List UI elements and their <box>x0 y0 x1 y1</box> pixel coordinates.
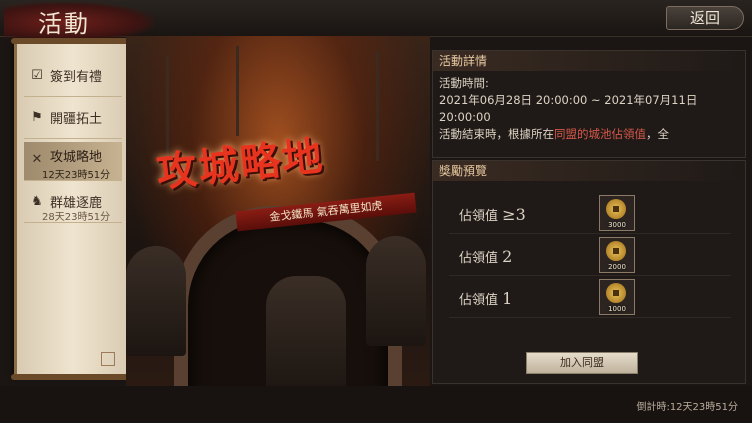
coin-icon <box>606 241 626 261</box>
sidebar-item-label: 開疆拓土 <box>50 112 103 127</box>
soldier-figure <box>266 276 346 386</box>
banner-flagpole <box>236 46 239 136</box>
details-heading: 活動詳情 <box>433 51 745 71</box>
details-panel: 活動詳情 活動時間: 2021年06月28日 20:00:00 ~ 2021年0… <box>432 50 746 158</box>
checklist-icon: ☑ <box>31 68 43 83</box>
reward-item[interactable]: 3000 <box>599 195 635 231</box>
join-alliance-button[interactable]: 加入同盟 <box>526 352 638 374</box>
reward-threshold: 2 <box>502 247 513 266</box>
reward-row: 佔領值 ≥3 3000 <box>449 195 731 234</box>
reward-label-text: 佔領值 <box>459 251 499 266</box>
banner-title: 攻城略地 <box>154 132 327 197</box>
reward-count: 1000 <box>608 305 626 313</box>
description-highlight: 同盟的城池佔領值 <box>554 127 646 141</box>
reward-item[interactable]: 1000 <box>599 279 635 315</box>
reward-label-text: 佔領值 <box>459 293 499 308</box>
description-text: 活動結束時，根據所在 <box>439 127 554 141</box>
time-end: 20:00:00 <box>439 110 491 124</box>
coin-icon <box>606 283 626 303</box>
description: 活動結束時，根據所在同盟的城池佔領值，全 <box>439 126 739 143</box>
reward-threshold: 1 <box>502 289 513 308</box>
back-button[interactable]: 返回 <box>666 6 744 30</box>
reward-label: 佔領值 2 <box>459 247 512 266</box>
rewards-heading: 獎勵預覽 <box>433 161 745 181</box>
activity-sidebar: ☑ 簽到有禮 ⚑ 開疆拓土 ✕ 攻城略地 12天23時51分 ♞ 群雄逐鹿 28… <box>11 38 135 380</box>
soldier-figure <box>126 246 186 356</box>
flag-icon: ⚑ <box>31 110 43 125</box>
reward-label: 佔領值 ≥3 <box>459 205 526 224</box>
reward-threshold: ≥3 <box>502 205 526 224</box>
crossed-swords-icon: ✕ <box>31 152 43 167</box>
event-banner: 攻城略地 金戈鐵馬 氣吞萬里如虎 <box>126 36 430 386</box>
sidebar-item-label: 簽到有禮 <box>50 70 103 85</box>
sidebar-item-checkin[interactable]: ☑ 簽到有禮 <box>24 58 122 97</box>
coin-icon <box>606 199 626 219</box>
reward-row: 佔領值 2 2000 <box>449 237 731 276</box>
seal-stamp <box>101 352 115 366</box>
sidebar-item-siege[interactable]: ✕ 攻城略地 12天23時51分 <box>24 142 122 181</box>
time-range: 2021年06月28日 20:00:00 ~ 2021年07月11日 <box>439 93 698 107</box>
sidebar-item-label: 攻城略地 <box>50 150 103 165</box>
reward-label: 佔領值 1 <box>459 289 512 308</box>
top-bar: 活動 返回 <box>0 0 752 42</box>
sidebar-item-timer: 28天23時51分 <box>42 212 111 223</box>
reward-row: 佔領值 1 1000 <box>449 279 731 318</box>
countdown-timer: 倒計時:12天23時51分 <box>636 402 738 413</box>
reward-label-text: 佔領值 <box>459 209 499 224</box>
banner-flagpole <box>376 51 379 161</box>
description-text: ，全 <box>646 127 669 141</box>
page-title: 活動 <box>38 10 90 38</box>
sidebar-item-heroes[interactable]: ♞ 群雄逐鹿 28天23時51分 <box>24 184 122 223</box>
time-label: 活動時間: <box>439 76 489 90</box>
reward-item[interactable]: 2000 <box>599 237 635 273</box>
deer-icon: ♞ <box>31 194 43 209</box>
soldier-figure <box>366 236 426 346</box>
reward-count: 3000 <box>608 221 626 229</box>
reward-count: 2000 <box>608 263 626 271</box>
sidebar-item-timer: 12天23時51分 <box>42 170 111 181</box>
rewards-panel: 獎勵預覽 佔領值 ≥3 3000 佔領值 2 2000 佔領值 1 1000 <box>432 160 746 384</box>
details-body: 活動時間: 2021年06月28日 20:00:00 ~ 2021年07月11日… <box>433 71 745 147</box>
sidebar-item-expand[interactable]: ⚑ 開疆拓土 <box>24 100 122 139</box>
